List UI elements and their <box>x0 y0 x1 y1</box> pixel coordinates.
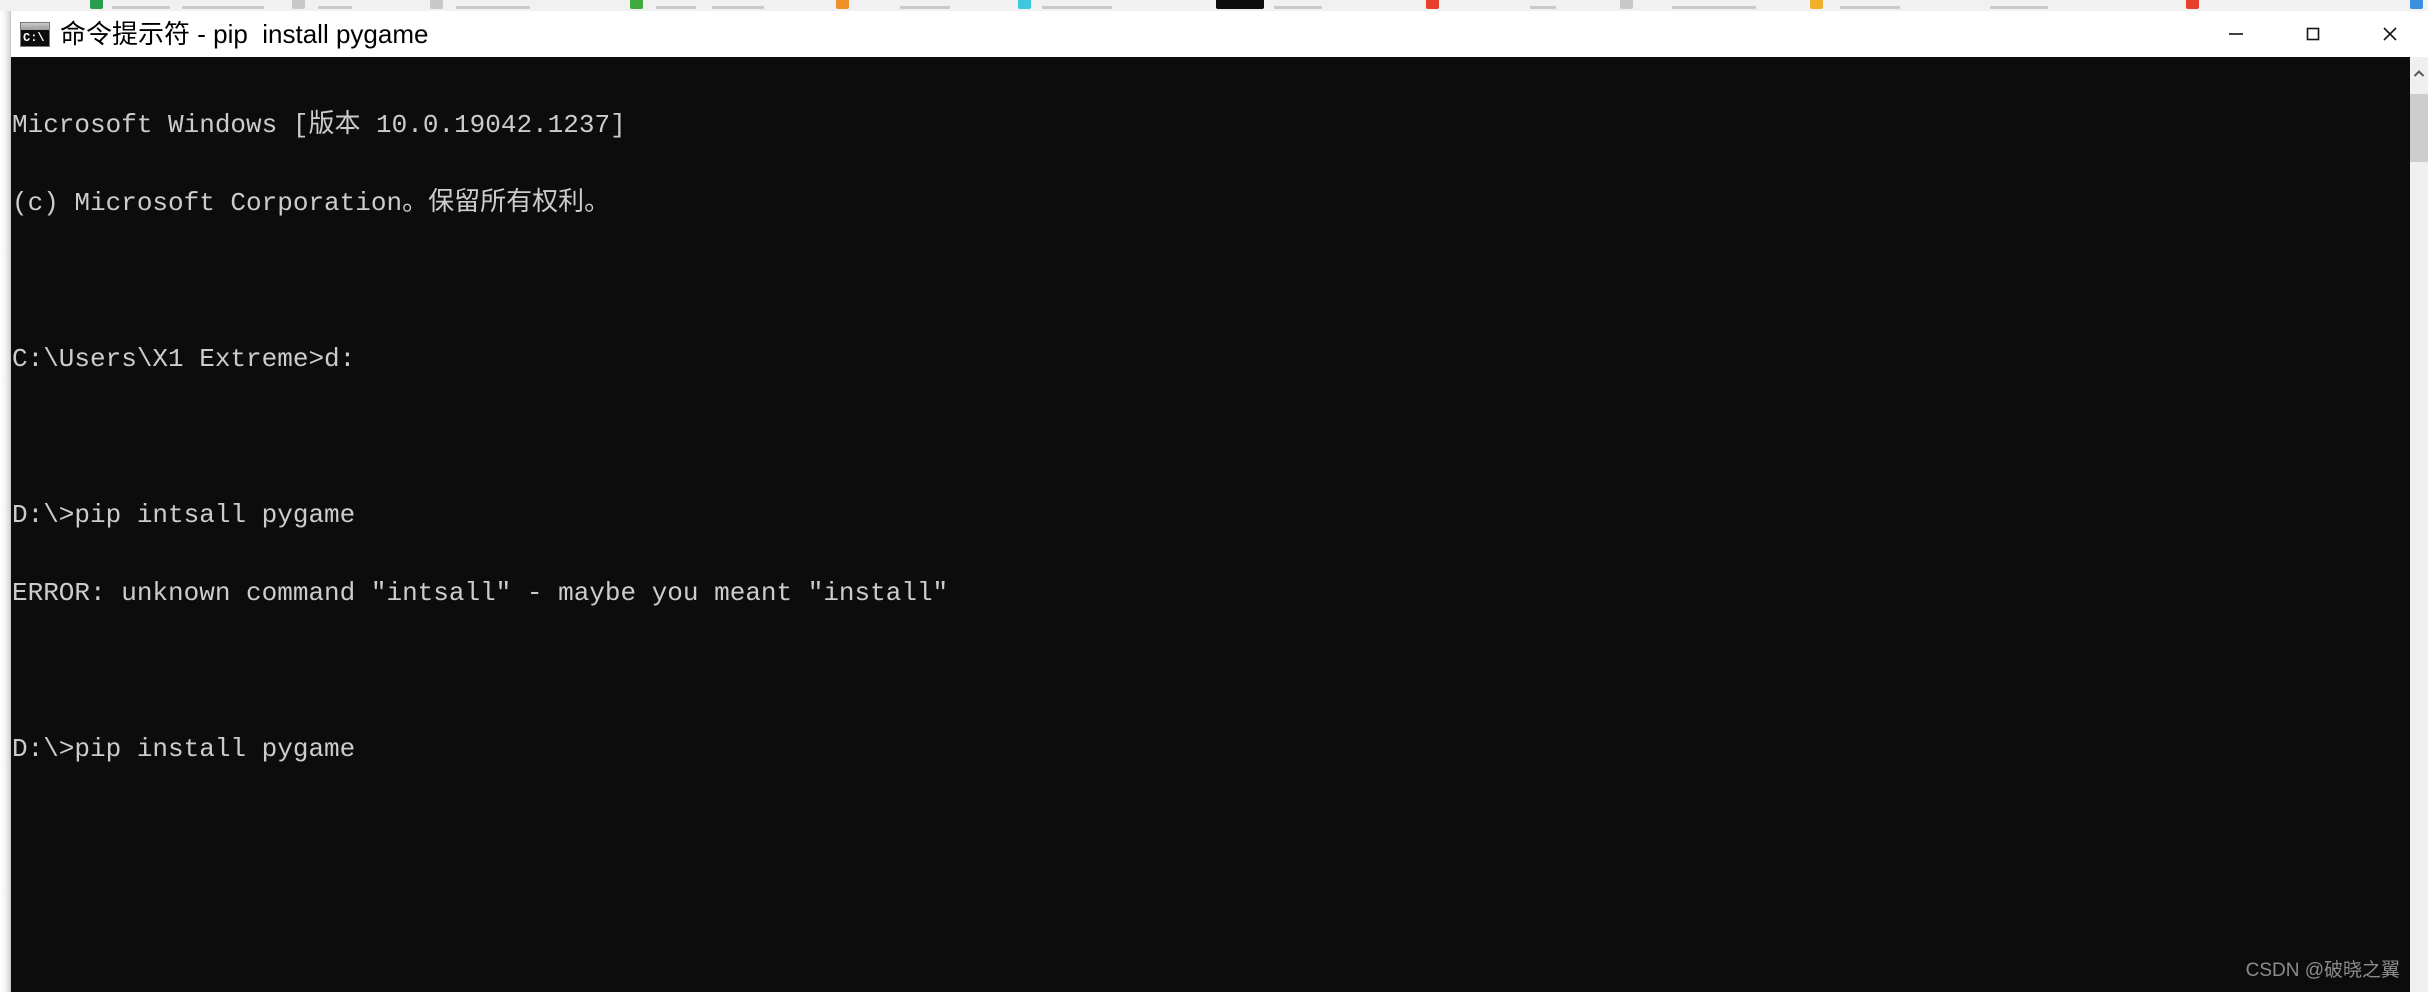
screenshot-root: ··· C:\ 命令提示符 - pip install pygame Micro… <box>0 0 2428 992</box>
maximize-icon <box>2306 27 2319 41</box>
close-icon <box>2382 27 2397 41</box>
minimize-button[interactable] <box>2197 11 2274 57</box>
strip-tab-line <box>1042 6 1112 9</box>
strip-tab-line <box>656 6 696 9</box>
strip-icon[interactable] <box>430 0 443 9</box>
strip-icon[interactable] <box>1216 0 1264 9</box>
strip-icon[interactable] <box>2410 0 2423 9</box>
window-titlebar[interactable]: ··· C:\ 命令提示符 - pip install pygame <box>11 11 2428 57</box>
console-line: ERROR: unknown command ″intsall″ - maybe… <box>12 578 949 608</box>
strip-tab-line <box>456 6 530 9</box>
strip-tab-line <box>1672 6 1756 9</box>
strip-tab-line <box>1840 6 1900 9</box>
strip-tab-line <box>712 6 764 9</box>
strip-tab-line <box>182 6 264 9</box>
cmd-icon-titlebar: ··· <box>21 22 49 30</box>
strip-icon[interactable] <box>1426 0 1439 9</box>
console-line: D:\>pip intsall pygame <box>12 500 356 530</box>
console-line: Microsoft Windows [版本 10.0.19042.1237] <box>12 110 626 140</box>
window-controls <box>2197 11 2428 57</box>
strip-icon[interactable] <box>630 0 643 9</box>
cmd-icon-dots: ··· <box>39 23 47 30</box>
command-prompt-window: ··· C:\ 命令提示符 - pip install pygame Micro… <box>11 11 2428 992</box>
strip-tab-line <box>1274 6 1322 9</box>
strip-tab-line <box>1530 6 1556 9</box>
strip-icon[interactable] <box>1018 0 1031 9</box>
strip-icon[interactable] <box>1810 0 1823 9</box>
strip-tab-line <box>1990 6 2048 9</box>
page-backdrop <box>0 11 11 992</box>
strip-icon[interactable] <box>836 0 849 9</box>
scroll-thumb[interactable] <box>2410 94 2428 162</box>
strip-tab-line <box>318 6 352 9</box>
minimize-icon <box>2228 33 2243 35</box>
strip-icon[interactable] <box>2186 0 2199 9</box>
maximize-button[interactable] <box>2274 11 2351 57</box>
strip-icon[interactable] <box>1620 0 1633 9</box>
window-title: 命令提示符 - pip install pygame <box>60 19 429 49</box>
console-line: D:\>pip install pygame <box>12 734 356 764</box>
strip-icon[interactable] <box>292 0 305 9</box>
cmd-app-icon: ··· C:\ <box>20 21 50 47</box>
console-line: C:\Users\X1 Extreme>d: <box>12 344 356 374</box>
strip-icon[interactable] <box>90 0 103 9</box>
console-body[interactable]: Microsoft Windows [版本 10.0.19042.1237] (… <box>11 57 2428 992</box>
scroll-up-button[interactable] <box>2410 57 2428 91</box>
strip-tab-line <box>112 6 170 9</box>
close-button[interactable] <box>2351 11 2428 57</box>
cmd-icon-prompt-text: C:\ <box>23 30 45 45</box>
console-output[interactable]: Microsoft Windows [版本 10.0.19042.1237] (… <box>11 57 2410 992</box>
strip-tab-line <box>900 6 950 9</box>
vertical-scrollbar[interactable] <box>2410 57 2428 992</box>
chevron-up-icon <box>2413 70 2425 77</box>
console-line: (c) Microsoft Corporation。保留所有权利。 <box>12 188 611 218</box>
